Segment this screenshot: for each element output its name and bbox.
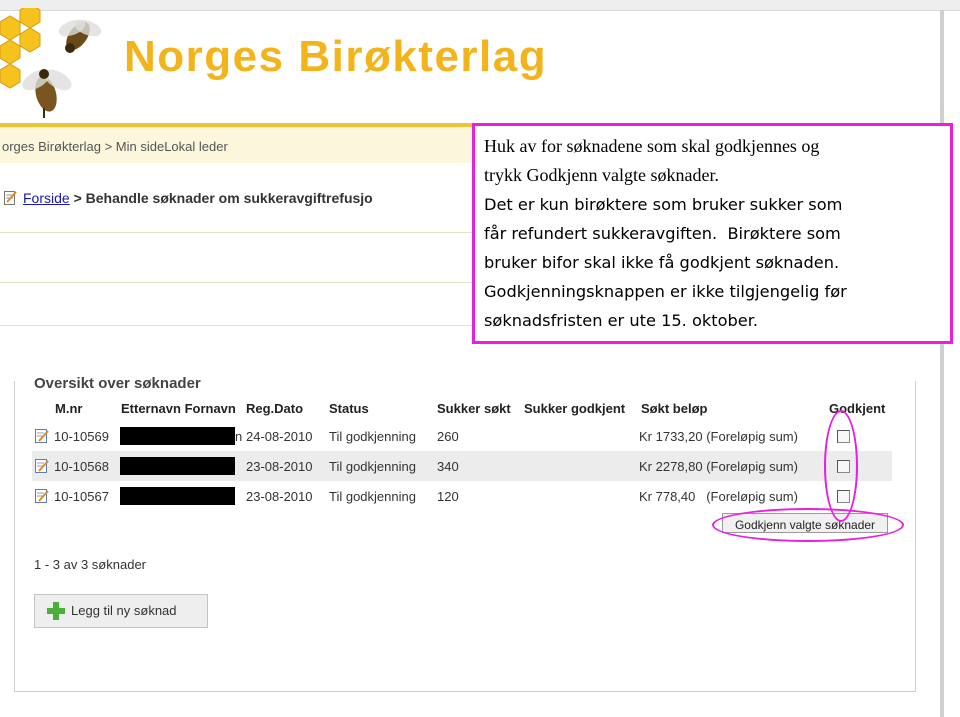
bee-logo-icon [0, 8, 102, 118]
callout-line: søknadsfristen er ute 15. oktober. [484, 311, 759, 330]
cell-date: 23-08-2010 [246, 459, 313, 474]
table-row: 10-10569 n 24-08-2010 Til godkjenning 26… [32, 421, 892, 451]
callout-line: Det er kun birøktere som bruker sukker s… [484, 195, 843, 214]
home-link[interactable]: Forside [23, 190, 70, 206]
result-count: 1 - 3 av 3 søknader [34, 557, 146, 572]
cell-amount: Kr 778,40 (Foreløpig sum) [639, 489, 798, 504]
page-edge [940, 10, 944, 717]
cell-mnr: 10-10568 [54, 459, 109, 474]
table-row: 10-10568 23-08-2010 Til godkjenning 340 … [32, 451, 892, 481]
edit-icon[interactable] [35, 458, 49, 473]
browser-top-strip [0, 0, 960, 11]
callout-line: bruker bifor skal ikke få godkjent søkna… [484, 253, 840, 272]
cell-mnr: 10-10567 [54, 489, 109, 504]
page-heading: > Behandle søknader om sukkeravgiftrefus… [73, 190, 373, 206]
col-header-mnr: M.nr [55, 401, 83, 416]
instruction-callout: Huk av for søknadene som skal godkjennes… [472, 123, 953, 344]
cell-date: 24-08-2010 [246, 429, 313, 444]
page-heading-line: Forside > Behandle søknader om sukkeravg… [4, 190, 373, 206]
cell-amount: Kr 1733,20 (Foreløpig sum) [639, 429, 798, 444]
cell-status: Til godkjenning [329, 459, 416, 474]
cell-date: 23-08-2010 [246, 489, 313, 504]
breadcrumb: orges Birøkterlag > Min sideLokal leder [2, 139, 228, 154]
cell-status: Til godkjenning [329, 489, 416, 504]
panel-title: Oversikt over søknader [34, 375, 205, 392]
plus-icon [47, 602, 65, 620]
cell-sugar-applied: 120 [437, 489, 459, 504]
col-header-name: Etternavn Fornavn [121, 401, 236, 416]
edit-icon[interactable] [35, 428, 49, 443]
add-application-label: Legg til ny søknad [71, 603, 177, 618]
col-header-sugar-applied: Sukker søkt [437, 401, 511, 416]
redacted-name [120, 457, 235, 475]
edit-icon[interactable] [35, 488, 49, 503]
add-application-button[interactable]: Legg til ny søknad [34, 594, 208, 628]
col-header-status: Status [329, 401, 369, 416]
callout-line: Huk av for søknadene som skal godkjennes… [484, 136, 820, 156]
callout-line: får refundert sukkeravgiften. Birøktere … [484, 224, 841, 243]
cell-sugar-applied: 260 [437, 429, 459, 444]
highlight-oval-checkboxes [824, 410, 858, 522]
callout-line: trykk Godkjenn valgte søknader. [484, 165, 719, 185]
col-header-date: Reg.Dato [246, 401, 304, 416]
cell-mnr: 10-10569 [54, 429, 109, 444]
redacted-name [120, 427, 235, 445]
redacted-name [120, 487, 235, 505]
cell-status: Til godkjenning [329, 429, 416, 444]
cell-name-tail: n [235, 429, 243, 444]
cell-amount: Kr 2278,80 (Foreløpig sum) [639, 459, 798, 474]
col-header-sugar-approved: Sukker godkjent [524, 401, 626, 416]
note-icon [4, 191, 17, 205]
callout-line: Godkjenningsknappen er ikke tilgjengelig… [484, 282, 847, 301]
highlight-oval-approve-button [712, 508, 904, 542]
col-header-amount: Søkt beløp [641, 401, 708, 416]
site-logo-title: Norges Birøkterlag [124, 32, 548, 81]
cell-sugar-applied: 340 [437, 459, 459, 474]
table-row: 10-10567 23-08-2010 Til godkjenning 120 … [32, 481, 892, 511]
